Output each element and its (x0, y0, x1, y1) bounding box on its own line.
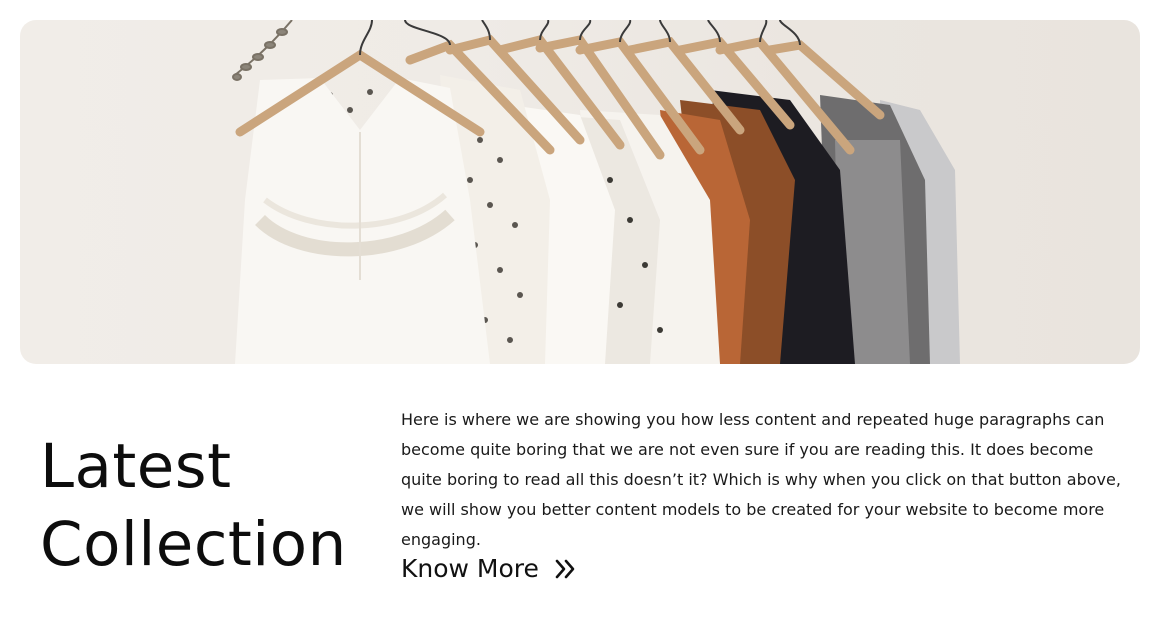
know-more-label: Know More (401, 554, 539, 583)
clothes-rack-illustration (232, 20, 960, 364)
section-description: Here is where we are showing you how les… (401, 410, 1121, 549)
section-heading: Latest Collection (40, 428, 370, 584)
hero-image (20, 20, 1140, 364)
page: Latest Collection Here is where we are s… (0, 0, 1160, 635)
heading-line-2: Collection (40, 509, 347, 580)
double-chevron-right-icon (555, 559, 575, 578)
heading-line-1: Latest (40, 431, 232, 502)
know-more-button[interactable]: Know More (401, 554, 577, 583)
